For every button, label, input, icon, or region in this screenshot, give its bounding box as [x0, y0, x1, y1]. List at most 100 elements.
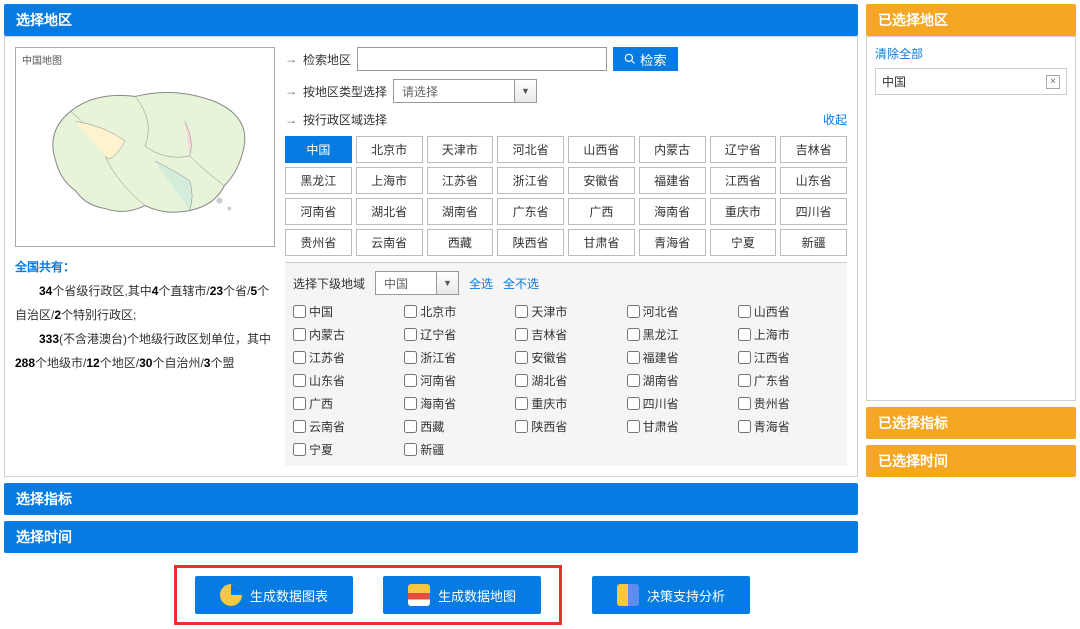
region-checkbox-item[interactable]: 江西省: [738, 349, 839, 366]
region-button[interactable]: 湖南省: [427, 198, 494, 225]
generate-map-button[interactable]: 生成数据地图: [383, 576, 541, 614]
region-button[interactable]: 河南省: [285, 198, 352, 225]
region-checkbox[interactable]: [627, 305, 640, 318]
sub-dropdown[interactable]: 中国 ▼: [375, 271, 459, 295]
region-button[interactable]: 辽宁省: [710, 136, 777, 163]
region-button[interactable]: 山东省: [780, 167, 847, 194]
region-checkbox[interactable]: [515, 351, 528, 364]
region-checkbox[interactable]: [515, 305, 528, 318]
region-checkbox-item[interactable]: 西藏: [404, 418, 505, 435]
type-dropdown[interactable]: 请选择 ▼: [393, 79, 537, 103]
region-checkbox-item[interactable]: 黑龙江: [627, 326, 728, 343]
analysis-button[interactable]: 决策支持分析: [592, 576, 750, 614]
region-button[interactable]: 浙江省: [497, 167, 564, 194]
region-checkbox-item[interactable]: 福建省: [627, 349, 728, 366]
region-checkbox-item[interactable]: 广西: [293, 395, 394, 412]
region-button[interactable]: 贵州省: [285, 229, 352, 256]
select-none-link[interactable]: 全不选: [503, 275, 539, 292]
region-checkbox[interactable]: [738, 374, 751, 387]
region-checkbox-item[interactable]: 江苏省: [293, 349, 394, 366]
region-checkbox-item[interactable]: 中国: [293, 303, 394, 320]
region-button[interactable]: 甘肃省: [568, 229, 635, 256]
region-checkbox[interactable]: [627, 397, 640, 410]
region-checkbox[interactable]: [293, 351, 306, 364]
region-checkbox[interactable]: [404, 305, 417, 318]
region-checkbox-item[interactable]: 重庆市: [515, 395, 616, 412]
region-button[interactable]: 河北省: [497, 136, 564, 163]
select-all-link[interactable]: 全选: [469, 275, 493, 292]
region-checkbox-item[interactable]: 宁夏: [293, 441, 394, 458]
search-button[interactable]: 检索: [613, 47, 678, 71]
region-checkbox[interactable]: [738, 305, 751, 318]
region-button[interactable]: 北京市: [356, 136, 423, 163]
region-checkbox[interactable]: [627, 351, 640, 364]
region-checkbox-item[interactable]: 吉林省: [515, 326, 616, 343]
region-button[interactable]: 天津市: [427, 136, 494, 163]
region-checkbox-item[interactable]: 云南省: [293, 418, 394, 435]
region-button[interactable]: 四川省: [780, 198, 847, 225]
region-checkbox[interactable]: [515, 397, 528, 410]
region-button[interactable]: 黑龙江: [285, 167, 352, 194]
region-checkbox[interactable]: [738, 351, 751, 364]
region-checkbox[interactable]: [404, 397, 417, 410]
region-checkbox[interactable]: [404, 420, 417, 433]
region-checkbox-item[interactable]: 广东省: [738, 372, 839, 389]
region-checkbox-item[interactable]: 上海市: [738, 326, 839, 343]
region-checkbox-item[interactable]: 四川省: [627, 395, 728, 412]
region-checkbox[interactable]: [293, 397, 306, 410]
region-checkbox-item[interactable]: 青海省: [738, 418, 839, 435]
region-checkbox-item[interactable]: 安徽省: [515, 349, 616, 366]
generate-chart-button[interactable]: 生成数据图表: [195, 576, 353, 614]
region-button[interactable]: 中国: [285, 136, 352, 163]
region-checkbox[interactable]: [404, 328, 417, 341]
region-checkbox[interactable]: [293, 443, 306, 456]
region-checkbox[interactable]: [404, 374, 417, 387]
clear-all-link[interactable]: 清除全部: [875, 45, 1067, 62]
region-button[interactable]: 广东省: [497, 198, 564, 225]
region-checkbox[interactable]: [404, 443, 417, 456]
region-checkbox-item[interactable]: 天津市: [515, 303, 616, 320]
region-button[interactable]: 青海省: [639, 229, 706, 256]
region-checkbox-item[interactable]: 河南省: [404, 372, 505, 389]
region-checkbox-item[interactable]: 山西省: [738, 303, 839, 320]
region-checkbox-item[interactable]: 河北省: [627, 303, 728, 320]
region-checkbox-item[interactable]: 辽宁省: [404, 326, 505, 343]
region-button[interactable]: 西藏: [427, 229, 494, 256]
region-checkbox-item[interactable]: 湖南省: [627, 372, 728, 389]
region-checkbox[interactable]: [738, 420, 751, 433]
close-icon[interactable]: ×: [1046, 75, 1060, 89]
region-checkbox-item[interactable]: 湖北省: [515, 372, 616, 389]
collapse-link[interactable]: 收起: [823, 111, 847, 128]
region-button[interactable]: 陕西省: [497, 229, 564, 256]
select-indicator-header[interactable]: 选择指标: [4, 483, 858, 515]
region-button[interactable]: 海南省: [639, 198, 706, 225]
region-button[interactable]: 山西省: [568, 136, 635, 163]
region-checkbox[interactable]: [293, 328, 306, 341]
region-button[interactable]: 内蒙古: [639, 136, 706, 163]
region-checkbox[interactable]: [404, 351, 417, 364]
region-checkbox-item[interactable]: 海南省: [404, 395, 505, 412]
search-input[interactable]: [357, 47, 607, 71]
region-checkbox-item[interactable]: 陕西省: [515, 418, 616, 435]
region-checkbox[interactable]: [627, 328, 640, 341]
region-checkbox-item[interactable]: 北京市: [404, 303, 505, 320]
region-button[interactable]: 宁夏: [710, 229, 777, 256]
region-checkbox[interactable]: [627, 374, 640, 387]
region-checkbox[interactable]: [515, 420, 528, 433]
region-checkbox[interactable]: [738, 328, 751, 341]
region-checkbox[interactable]: [293, 374, 306, 387]
region-button[interactable]: 重庆市: [710, 198, 777, 225]
region-checkbox[interactable]: [515, 374, 528, 387]
region-button[interactable]: 江苏省: [427, 167, 494, 194]
region-button[interactable]: 福建省: [639, 167, 706, 194]
region-checkbox[interactable]: [293, 305, 306, 318]
region-button[interactable]: 吉林省: [780, 136, 847, 163]
region-button[interactable]: 湖北省: [356, 198, 423, 225]
region-checkbox-item[interactable]: 山东省: [293, 372, 394, 389]
region-checkbox-item[interactable]: 内蒙古: [293, 326, 394, 343]
region-button[interactable]: 江西省: [710, 167, 777, 194]
region-button[interactable]: 新疆: [780, 229, 847, 256]
region-button[interactable]: 广西: [568, 198, 635, 225]
region-checkbox[interactable]: [515, 328, 528, 341]
region-checkbox-item[interactable]: 甘肃省: [627, 418, 728, 435]
